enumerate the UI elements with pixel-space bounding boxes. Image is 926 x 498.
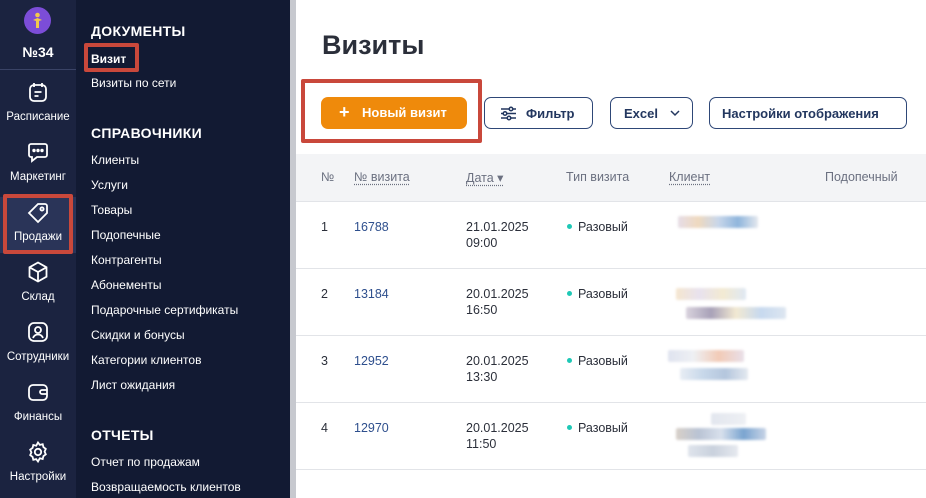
rail-item-marketing[interactable]: Маркетинг [0, 140, 76, 200]
status-dot [567, 358, 572, 363]
visit-type: Разовый [578, 354, 628, 368]
menu-item-waiting-list[interactable]: Лист ожидания [91, 378, 175, 392]
menu-item-discounts[interactable]: Скидки и бонусы [91, 328, 185, 342]
menu-item-client-retention[interactable]: Возвращаемость клиентов [91, 480, 241, 494]
highlight-sales [3, 194, 73, 254]
visit-link[interactable]: 16788 [354, 220, 389, 234]
client-name-blurred [676, 428, 766, 440]
visit-link[interactable]: 12952 [354, 354, 389, 368]
logo-icon [24, 7, 51, 34]
table-row[interactable]: 3 12952 20.01.2025 13:30 Разовый [296, 336, 926, 403]
status-dot [567, 224, 572, 229]
new-visit-button[interactable]: + Новый визит [321, 97, 467, 129]
status-dot [567, 425, 572, 430]
section-menu: ДОКУМЕНТЫ Визит Визиты по сети СПРАВОЧНИ… [76, 0, 290, 498]
col-number: № [321, 170, 335, 184]
menu-item-subscriptions[interactable]: Абонементы [91, 278, 162, 292]
client-name-blurred [686, 307, 786, 319]
status-dot [567, 291, 572, 296]
menu-section-documents: ДОКУМЕНТЫ [91, 23, 186, 39]
rail-label: Расписание [6, 111, 70, 123]
wallet-icon [28, 384, 48, 401]
visit-type: Разовый [578, 220, 628, 234]
filter-icon [501, 106, 516, 121]
visit-link[interactable]: 13184 [354, 287, 389, 301]
rail-label: Сотрудники [6, 351, 70, 363]
menu-item-services[interactable]: Услуги [91, 178, 128, 192]
table-header: № № визита Дата ▾ Тип визита Клиент Подо… [296, 154, 926, 202]
branch-number: №34 [22, 44, 54, 60]
menu-item-sales-report[interactable]: Отчет по продажам [91, 455, 200, 469]
menu-section-reports: ОТЧЕТЫ [91, 427, 154, 443]
rail-item-schedule[interactable]: Расписание [0, 80, 76, 140]
excel-dropdown[interactable]: Excel [610, 97, 693, 129]
col-date[interactable]: Дата ▾ [466, 170, 503, 185]
rail-label: Финансы [13, 411, 63, 423]
menu-item-contractors[interactable]: Контрагенты [91, 253, 162, 267]
page-title: Визиты [322, 30, 425, 60]
menu-item-gift-certificates[interactable]: Подарочные сертификаты [91, 303, 238, 317]
filter-button[interactable]: Фильтр [484, 97, 593, 129]
table-row[interactable]: 2 13184 20.01.2025 16:50 Разовый [296, 269, 926, 336]
rail-label: Настройки [9, 471, 67, 483]
table-row[interactable]: 1 16788 21.01.2025 09:00 Разовый [296, 202, 926, 269]
chat-icon [28, 143, 48, 163]
rail-item-settings[interactable]: Настройки [0, 440, 76, 498]
client-name-blurred [678, 216, 758, 228]
rail-item-warehouse[interactable]: Склад [0, 260, 76, 320]
display-settings-button[interactable]: Настройки отображения [709, 97, 907, 129]
plus-icon: + [339, 102, 350, 122]
rail-label: Маркетинг [10, 171, 66, 183]
menu-item-network-visits[interactable]: Визиты по сети [91, 76, 176, 90]
rail-label: Склад [21, 291, 55, 303]
client-name-blurred [680, 368, 748, 380]
user-icon [28, 322, 48, 342]
rail-item-employees[interactable]: Сотрудники [0, 320, 76, 380]
menu-item-clients[interactable]: Клиенты [91, 153, 139, 167]
menu-section-directories: СПРАВОЧНИКИ [91, 125, 202, 141]
gear-icon [29, 440, 47, 464]
rail-item-finance[interactable]: Финансы [0, 380, 76, 440]
table-row[interactable]: 4 12970 20.01.2025 11:50 Разовый [296, 403, 926, 470]
client-name-blurred [688, 445, 738, 457]
visit-link[interactable]: 12970 [354, 421, 389, 435]
box-icon [28, 261, 48, 283]
col-visit-type: Тип визита [566, 170, 630, 184]
client-name-blurred [711, 413, 746, 425]
visit-type: Разовый [578, 421, 628, 435]
menu-item-goods[interactable]: Товары [91, 203, 132, 217]
icon-rail: №34 Расписание Маркетинг Продажи Склад С… [0, 0, 76, 498]
col-ward: Подопечный [825, 170, 898, 184]
branch-header[interactable]: №34 [0, 0, 76, 70]
calendar-icon [29, 83, 47, 102]
col-client[interactable]: Клиент [669, 170, 710, 184]
menu-item-client-categories[interactable]: Категории клиентов [91, 353, 201, 367]
menu-item-wards[interactable]: Подопечные [91, 228, 161, 242]
main-content: Визиты + Новый визит Фильтр Excel Настро… [296, 0, 926, 498]
client-name-blurred [676, 288, 746, 300]
visit-type: Разовый [578, 287, 628, 301]
highlight-visit [84, 43, 139, 72]
client-name-blurred [668, 350, 744, 362]
col-visit-number[interactable]: № визита [354, 170, 410, 184]
chevron-down-icon [670, 110, 680, 117]
